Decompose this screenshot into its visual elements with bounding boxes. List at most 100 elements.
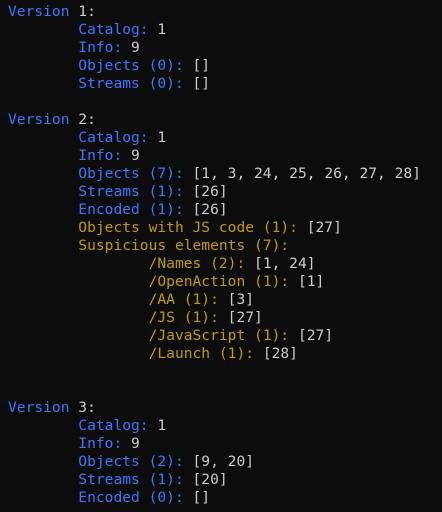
label-text: /AA (1): <box>148 291 219 308</box>
value-text: [9, 20] <box>183 453 255 470</box>
label-text: Streams (1): <box>78 183 184 200</box>
terminal-line: Version 3: <box>8 399 421 417</box>
label-text: Objects with JS code (1): <box>78 219 298 236</box>
label-text: /OpenAction (1): <box>148 273 290 290</box>
value-text: [1, 3, 24, 25, 26, 27, 28] <box>183 165 421 182</box>
terminal-line: Catalog: 1 <box>8 21 421 39</box>
terminal-line: Catalog: 1 <box>8 417 421 435</box>
label-text: Objects (2): <box>78 453 184 470</box>
value-text: 1 <box>148 129 167 146</box>
terminal-line: /JS (1): [27] <box>8 309 421 327</box>
value-text: [27] <box>289 327 334 344</box>
label-text: Version <box>8 399 70 416</box>
value-text: 9 <box>122 39 140 56</box>
value-text: [28] <box>254 345 298 362</box>
label-text: Streams (0): <box>78 75 184 92</box>
terminal-line: Info: 9 <box>8 147 421 165</box>
terminal-line: /Names (2): [1, 24] <box>8 255 421 273</box>
terminal-line: Objects (7): [1, 3, 24, 25, 26, 27, 28] <box>8 165 421 183</box>
terminal-line: Encoded (0): [] <box>8 489 421 507</box>
label-text: Catalog: <box>78 21 149 38</box>
label-text: Streams (1): <box>78 471 184 488</box>
label-text: Info: <box>78 147 123 164</box>
terminal-line: /JavaScript (1): [27] <box>8 327 421 345</box>
label-text: /JavaScript (1): <box>148 327 290 344</box>
value-text: [1] <box>289 273 325 290</box>
terminal-line: Objects (0): [] <box>8 57 421 75</box>
value-text: [27] <box>218 309 263 326</box>
value-text: [] <box>183 57 211 74</box>
value-text: 2: <box>69 111 96 128</box>
label-text: Version <box>8 3 70 20</box>
terminal-line: Streams (1): [26] <box>8 183 421 201</box>
value-text: [27] <box>297 219 342 236</box>
label-text: Encoded (0): <box>78 489 184 506</box>
label-text: /JS (1): <box>148 309 219 326</box>
terminal-line: Catalog: 1 <box>8 129 421 147</box>
terminal-line: Info: 9 <box>8 435 421 453</box>
value-text: 1: <box>69 3 96 20</box>
label-text: Info: <box>78 39 123 56</box>
terminal-line: Suspicious elements (7): <box>8 237 421 255</box>
value-text: [26] <box>183 201 228 218</box>
value-text: [] <box>183 75 211 92</box>
terminal-line: /OpenAction (1): [1] <box>8 273 421 291</box>
terminal-line: Objects (2): [9, 20] <box>8 453 421 471</box>
value-text: [] <box>183 489 211 506</box>
label-text: Catalog: <box>78 417 149 434</box>
terminal-output: Version 1: Catalog: 1 Info: 9 Objects (0… <box>8 3 421 507</box>
label-text: Encoded (1): <box>78 201 184 218</box>
value-text: [3] <box>218 291 255 308</box>
label-text: /Launch (1): <box>148 345 255 362</box>
value-text: 9 <box>122 147 140 164</box>
terminal-line: Streams (1): [20] <box>8 471 421 489</box>
terminal-line: Objects with JS code (1): [27] <box>8 219 421 237</box>
terminal-line: /Launch (1): [28] <box>8 345 421 363</box>
value-text: 9 <box>122 435 140 452</box>
label-text: Objects (7): <box>78 165 184 182</box>
value-text: 1 <box>148 417 167 434</box>
terminal-line: Version 2: <box>8 111 421 129</box>
value-text: [20] <box>183 471 228 488</box>
value-text: [1, 24] <box>245 255 316 272</box>
terminal-line: Encoded (1): [26] <box>8 201 421 219</box>
value-text: 1 <box>148 21 167 38</box>
label-text: Objects (0): <box>78 57 184 74</box>
terminal-line: Info: 9 <box>8 39 421 57</box>
label-text: Version <box>8 111 70 128</box>
value-text: 3: <box>69 399 96 416</box>
value-text: [26] <box>183 183 228 200</box>
label-text: /Names (2): <box>148 255 246 272</box>
terminal-line: /AA (1): [3] <box>8 291 421 309</box>
label-text: Info: <box>78 435 123 452</box>
terminal-line: Streams (0): [] <box>8 75 421 93</box>
terminal-line: Version 1: <box>8 3 421 21</box>
label-text: Catalog: <box>78 129 149 146</box>
label-text: Suspicious elements (7): <box>78 237 290 254</box>
